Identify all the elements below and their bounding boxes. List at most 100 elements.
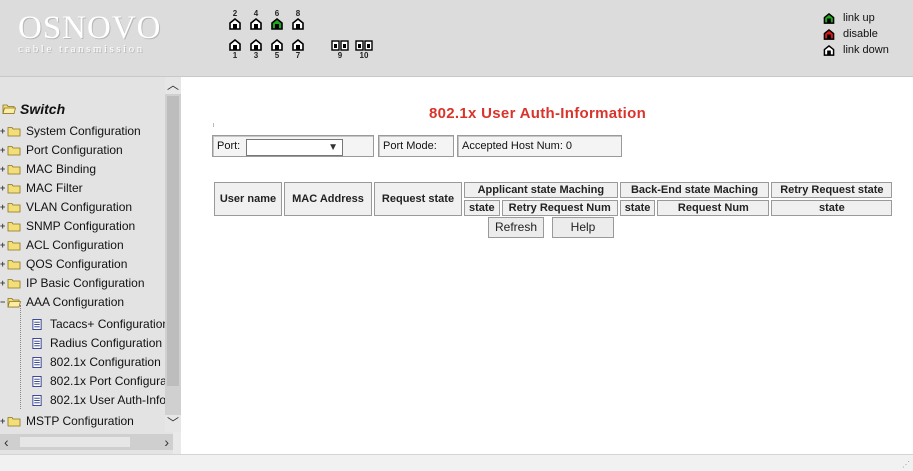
collapse-icon[interactable]: − [0, 297, 7, 307]
port-number: 8 [295, 9, 301, 18]
port-9[interactable]: 9 [330, 39, 350, 60]
port-number: 10 [359, 51, 369, 60]
col-request-state: Request state [374, 182, 462, 216]
expand-icon[interactable]: + [0, 126, 7, 136]
chevron-down-icon[interactable]: ▼ [328, 142, 338, 153]
sidebar-vertical-scrollbar[interactable]: ︿ ﹀ [165, 77, 181, 432]
col-mac-address: MAC Address [284, 182, 372, 216]
expand-icon[interactable]: + [0, 416, 7, 426]
subcol-request-num: Request Num [657, 200, 770, 216]
port-1[interactable]: 1 [228, 39, 242, 60]
port-8[interactable]: 8 [291, 9, 305, 30]
port-10[interactable]: 10 [354, 39, 374, 60]
brand-name: OSNOVO [18, 10, 162, 46]
sidebar-item-acl-configuration[interactable]: + ACL Configuration [0, 236, 124, 254]
osnovo-logo: OSNOVO cable transmission [18, 10, 178, 70]
port-mode-label: Port Mode: [383, 140, 437, 152]
port-number: 4 [253, 9, 259, 18]
expand-icon[interactable]: + [0, 145, 7, 155]
tree-root-switch[interactable]: Switch [2, 101, 65, 117]
port-7[interactable]: 7 [291, 39, 305, 60]
page-icon [32, 356, 42, 368]
sidebar-item-mac-binding[interactable]: + MAC Binding [0, 160, 96, 178]
expand-icon[interactable]: + [0, 221, 7, 231]
sidebar-item-mstp-configuration[interactable]: + MSTP Configuration [0, 412, 134, 430]
sidebar-item-label: IP Basic Configuration [26, 276, 145, 290]
expand-icon[interactable]: + [0, 240, 7, 250]
sidebar-item-label: MAC Binding [26, 162, 97, 176]
sidebar-horizontal-scrollbar[interactable]: ‹ › [0, 434, 173, 450]
sidebar-subitem-tacacs[interactable]: Tacacs+ Configuration [32, 315, 165, 333]
scroll-thumb[interactable] [167, 96, 179, 386]
scroll-right-icon[interactable]: › [164, 434, 169, 450]
accepted-host-cell: Accepted Host Num: 0 [457, 135, 622, 157]
resize-grip-icon[interactable]: ⋰ [902, 460, 910, 469]
table-header-row: User name MAC Address Request state Appl… [214, 182, 893, 216]
tree-connector-line [20, 305, 21, 409]
expand-icon[interactable]: + [0, 259, 7, 269]
port-4[interactable]: 4 [249, 9, 263, 30]
port-link-down-icon [292, 18, 304, 30]
sidebar-item-port-configuration[interactable]: + Port Configuration [0, 141, 123, 159]
sfp-port-icon [355, 40, 373, 51]
port-link-down-icon [271, 39, 283, 51]
folder-icon [7, 278, 21, 288]
page-icon [32, 394, 42, 406]
sidebar-subitem-radius[interactable]: Radius Configuration [32, 334, 162, 352]
open-folder-icon [2, 104, 16, 114]
port-6[interactable]: 6 [270, 9, 284, 30]
port-number: 9 [337, 51, 343, 60]
scroll-thumb[interactable] [20, 437, 130, 447]
scroll-down-icon[interactable]: ﹀ [165, 415, 181, 432]
page-title: 802.1x User Auth-Information [429, 105, 647, 122]
port-selection-bar: Port: ▼ Port Mode: Accepted Host Num: 0 [212, 135, 623, 162]
sidebar-item-snmp-configuration[interactable]: + SNMP Configuration [0, 217, 135, 235]
expand-icon[interactable]: + [0, 202, 7, 212]
sidebar-subitem-label: Tacacs+ Configuration [50, 317, 165, 331]
subcol-backend-state: state [619, 200, 656, 216]
sidebar-subitem-8021x-user-auth[interactable]: 802.1x User Auth-Inforr [32, 391, 165, 409]
port-number: 5 [274, 51, 280, 60]
menu-tree: Switch + System Configuration + Port Con… [0, 77, 165, 432]
sidebar-subitem-label: 802.1x Configuration [50, 355, 161, 369]
col-retry-request-state: Retry Request state [771, 182, 893, 198]
sidebar-item-aaa-configuration[interactable]: − AAA Configuration [0, 293, 124, 311]
page-icon [32, 375, 42, 387]
folder-icon [7, 202, 21, 212]
port-3[interactable]: 3 [249, 39, 263, 60]
col-backend-state: Back-End state Maching [619, 182, 770, 198]
legend-link-down: link down [823, 42, 889, 58]
port-2[interactable]: 2 [228, 9, 242, 30]
legend-label: disable [843, 28, 878, 40]
sidebar-item-label: System Configuration [26, 124, 141, 138]
help-button[interactable]: Help [552, 217, 614, 238]
port-status-legend: link up disable link down [823, 10, 889, 58]
refresh-button[interactable]: Refresh [488, 217, 544, 238]
link-down-icon [823, 44, 835, 56]
user-auth-table: User name MAC Address Request state Appl… [212, 180, 894, 218]
sidebar-subitem-8021x-port-config[interactable]: 802.1x Port Configurati [32, 372, 165, 390]
expand-icon[interactable]: + [0, 183, 7, 193]
sidebar-item-label: VLAN Configuration [26, 200, 133, 214]
scroll-left-icon[interactable]: ‹ [4, 434, 9, 450]
sidebar-item-ip-basic-configuration[interactable]: + IP Basic Configuration [0, 274, 145, 292]
sidebar-item-mac-filter[interactable]: + MAC Filter [0, 179, 83, 197]
scroll-up-icon[interactable]: ︿ [165, 77, 181, 94]
legend-label: link up [843, 12, 875, 24]
subcol-applicant-state: state [464, 200, 500, 216]
port-5[interactable]: 5 [270, 39, 284, 60]
port-select[interactable]: ▼ [246, 139, 343, 156]
header-banner: OSNOVO cable transmission 2 4 6 8 1 3 5 … [0, 0, 913, 77]
sidebar-subitem-8021x-config[interactable]: 802.1x Configuration [32, 353, 161, 371]
port-number: 1 [232, 51, 238, 60]
sidebar-item-label: ACL Configuration [26, 238, 124, 252]
folder-icon [7, 240, 21, 250]
port-mode-cell: Port Mode: [378, 135, 454, 157]
expand-icon[interactable]: + [0, 278, 7, 288]
sidebar-item-vlan-configuration[interactable]: + VLAN Configuration [0, 198, 132, 216]
expand-icon[interactable]: + [0, 164, 7, 174]
port-label: Port: [217, 140, 241, 152]
sidebar-item-system-configuration[interactable]: + System Configuration [0, 122, 141, 140]
sidebar-item-qos-configuration[interactable]: + QOS Configuration [0, 255, 127, 273]
sidebar-subitem-label: Radius Configuration [50, 336, 163, 350]
